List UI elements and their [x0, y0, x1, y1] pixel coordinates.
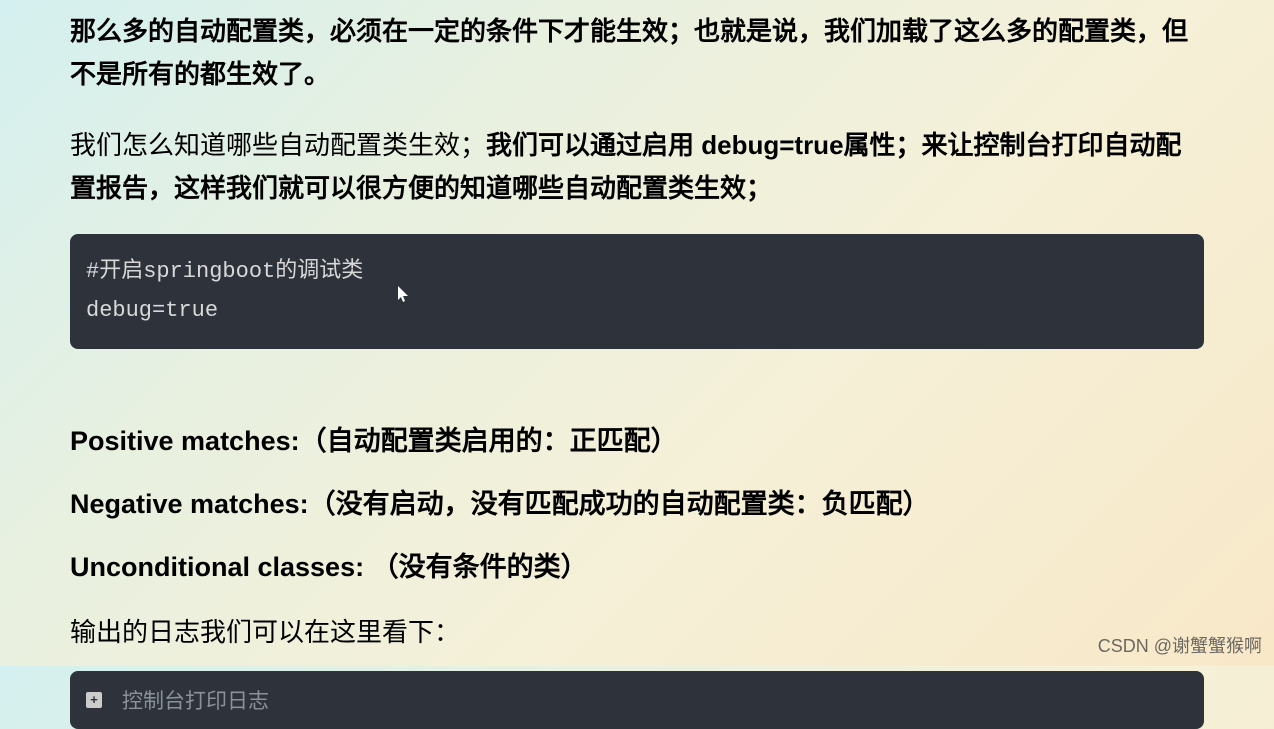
- unconditional-classes-line: Unconditional classes: （没有条件的类）: [70, 545, 1204, 584]
- para2-prefix: 我们怎么知道哪些自动配置类生效；: [70, 130, 486, 160]
- positive-matches-line: Positive matches:（自动配置类启用的：正匹配）: [70, 419, 1204, 458]
- negative-matches-line: Negative matches:（没有启动，没有匹配成功的自动配置类：负匹配）: [70, 482, 1204, 521]
- code-line-1: #开启springboot的调试类: [86, 252, 1188, 292]
- code-line-2: debug=true: [86, 291, 1188, 331]
- code-key: debug: [86, 298, 152, 323]
- code-block-debug: #开启springboot的调试类 debug=true: [70, 234, 1204, 349]
- code-value: true: [165, 298, 218, 323]
- code-eq: =: [152, 298, 165, 323]
- watermark-text: CSDN @谢蟹蟹猴啊: [1098, 632, 1262, 658]
- paragraph-debug-info: 我们怎么知道哪些自动配置类生效；我们可以通过启用 debug=true属性；来让…: [70, 124, 1204, 210]
- paragraph-intro-bold: 那么多的自动配置类，必须在一定的条件下才能生效；也就是说，我们加载了这么多的配置…: [70, 10, 1204, 96]
- expand-icon[interactable]: +: [86, 692, 102, 708]
- collapse-block-log[interactable]: + 控制台打印日志: [70, 671, 1204, 729]
- code-comment: #开启springboot的调试类: [86, 259, 363, 284]
- output-log-text: 输出的日志我们可以在这里看下：: [70, 612, 1204, 649]
- collapse-label: 控制台打印日志: [122, 685, 269, 715]
